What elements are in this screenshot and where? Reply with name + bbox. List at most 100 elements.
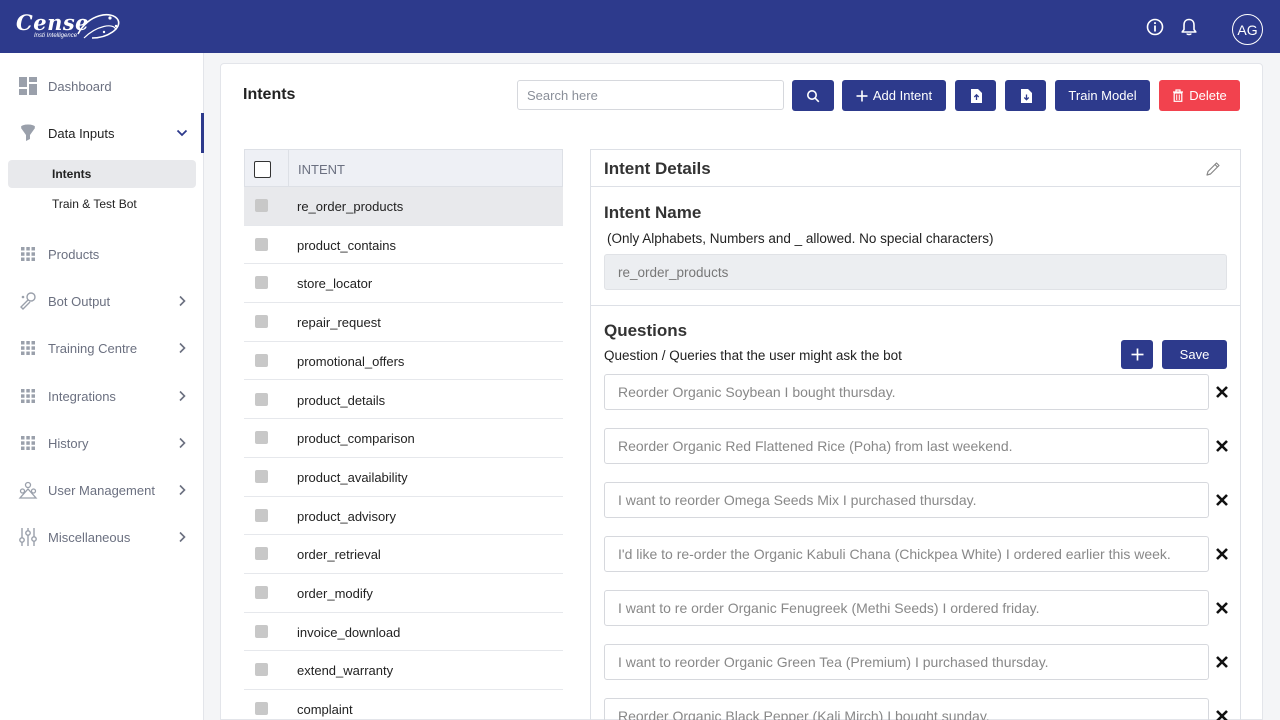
intent-name: extend_warranty [297, 663, 394, 679]
sidebar: Dashboard Data Inputs Intents Train & Te… [0, 53, 204, 720]
sidebar-item-products[interactable]: Products [0, 236, 204, 272]
question-input[interactable]: Reorder Organic Soybean I bought thursda… [604, 374, 1209, 410]
download-file-button[interactable] [1005, 80, 1046, 111]
search-icon [807, 89, 820, 102]
row-checkbox[interactable] [255, 237, 268, 251]
row-checkbox[interactable] [255, 276, 268, 290]
search-input[interactable] [517, 80, 784, 110]
intent-row[interactable]: extend_warranty [244, 651, 563, 691]
intent-row[interactable]: invoice_download [244, 613, 563, 652]
train-model-button[interactable]: Train Model [1055, 80, 1150, 111]
sliders-icon [19, 528, 37, 546]
chevron-right-icon [179, 342, 186, 354]
file-download-icon [1020, 88, 1032, 103]
sidebar-subitem-train-test-bot[interactable]: Train & Test Bot [8, 190, 196, 218]
search-button[interactable] [792, 80, 834, 111]
intent-name: product_contains [297, 237, 397, 253]
sidebar-item-label: Products [48, 246, 100, 262]
intent-row[interactable]: product_advisory [244, 497, 563, 536]
question-input[interactable]: Reorder Organic Black Pepper (Kali Mirch… [604, 698, 1209, 720]
question-input[interactable]: I want to reorder Omega Seeds Mix I purc… [604, 482, 1209, 518]
close-icon[interactable] [1215, 709, 1229, 720]
question-input[interactable]: Reorder Organic Red Flattened Rice (Poha… [604, 428, 1209, 464]
row-checkbox[interactable] [255, 663, 268, 677]
plus-icon [856, 90, 868, 101]
cense-logo[interactable]: Cense Insti Intelligence [16, 8, 120, 46]
close-icon[interactable] [1215, 601, 1229, 615]
intent-details-panel: Intent Details Intent Name (Only Alphabe… [590, 149, 1241, 720]
sidebar-item-label: Integrations [48, 388, 116, 404]
sidebar-item-miscellaneous[interactable]: Miscellaneous [0, 519, 204, 555]
add-question-button[interactable] [1121, 340, 1153, 369]
intent-list: INTENT re_order_products product_contain… [244, 149, 563, 720]
row-checkbox[interactable] [255, 702, 268, 716]
question-input[interactable]: I'd like to re-order the Organic Kabuli … [604, 536, 1209, 572]
row-checkbox[interactable] [255, 508, 268, 522]
row-checkbox[interactable] [255, 315, 268, 329]
logo-swirl-icon [77, 13, 120, 39]
intent-name: re_order_products [297, 199, 404, 214]
sidebar-item-bot-output[interactable]: Bot Output [0, 283, 204, 319]
sidebar-item-label: Bot Output [48, 293, 111, 309]
question-input[interactable]: I want to re order Organic Fenugreek (Me… [604, 590, 1209, 626]
row-checkbox[interactable] [255, 586, 268, 599]
intent-row[interactable]: re_order_products [244, 187, 563, 226]
intent-row[interactable]: product_availability [244, 458, 563, 497]
row-checkbox[interactable] [255, 353, 268, 367]
intent-name: product_details [297, 392, 386, 408]
add-intent-button[interactable]: Add Intent [842, 80, 946, 111]
select-all-checkbox[interactable] [254, 161, 271, 178]
row-checkbox[interactable] [255, 624, 268, 638]
delete-button[interactable]: Delete [1159, 80, 1240, 111]
row-checkbox[interactable] [255, 199, 268, 212]
close-icon[interactable] [1215, 439, 1229, 453]
sidebar-item-user-management[interactable]: User Management [0, 472, 204, 508]
close-icon[interactable] [1215, 655, 1229, 669]
intent-row[interactable]: product_comparison [244, 419, 563, 458]
sidebar-item-training-centre[interactable]: Training Centre [0, 330, 204, 366]
intent-row[interactable]: store_locator [244, 264, 563, 304]
intents-card: Intents Add Intent Train Model [220, 63, 1263, 720]
intent-row[interactable]: product_contains [244, 226, 563, 265]
close-icon[interactable] [1215, 385, 1229, 399]
intent-row[interactable]: product_details [244, 381, 563, 420]
sidebar-subitem-intents[interactable]: Intents [8, 160, 196, 188]
section-divider [591, 305, 1240, 306]
sidebar-item-history[interactable]: History [0, 425, 204, 461]
intent-name-title: Intent Name [604, 203, 702, 222]
upload-file-button[interactable] [955, 80, 996, 111]
close-icon[interactable] [1215, 493, 1229, 507]
plus-icon [1131, 348, 1143, 361]
sidebar-item-label: History [48, 435, 89, 451]
intent-name: order_modify [297, 586, 373, 601]
row-checkbox[interactable] [255, 392, 268, 406]
info-icon[interactable] [1146, 18, 1164, 36]
row-checkbox[interactable] [255, 431, 268, 445]
users-icon [18, 481, 38, 499]
intent-name: repair_request [297, 315, 381, 331]
sidebar-item-dashboard[interactable]: Dashboard [0, 68, 204, 104]
intent-row[interactable]: complaint [244, 690, 563, 720]
close-icon[interactable] [1215, 547, 1229, 561]
intent-row[interactable]: repair_request [244, 303, 563, 342]
question-input[interactable]: I want to reorder Organic Green Tea (Pre… [604, 644, 1209, 680]
trash-icon [1173, 89, 1184, 102]
logo-tagline: Insti Intelligence [34, 33, 78, 39]
page-title: Intents [243, 86, 296, 103]
delete-label: Delete [1189, 88, 1227, 103]
user-avatar[interactable]: AG [1232, 14, 1263, 45]
sidebar-item-data-inputs[interactable]: Data Inputs [0, 113, 204, 153]
row-checkbox[interactable] [255, 547, 268, 561]
row-checkbox[interactable] [255, 469, 268, 483]
intent-row[interactable]: order_modify [244, 574, 563, 613]
grid-icon [21, 436, 35, 450]
sidebar-item-integrations[interactable]: Integrations [0, 378, 204, 414]
bell-icon[interactable] [1179, 17, 1199, 37]
intent-row[interactable]: order_retrieval [244, 535, 563, 574]
sidebar-item-label: Miscellaneous [48, 529, 131, 545]
chevron-right-icon [179, 390, 186, 402]
pencil-icon[interactable] [1205, 161, 1221, 177]
bot-output-icon [20, 292, 36, 310]
save-button[interactable]: Save [1162, 340, 1227, 369]
intent-row[interactable]: promotional_offers [244, 342, 563, 381]
